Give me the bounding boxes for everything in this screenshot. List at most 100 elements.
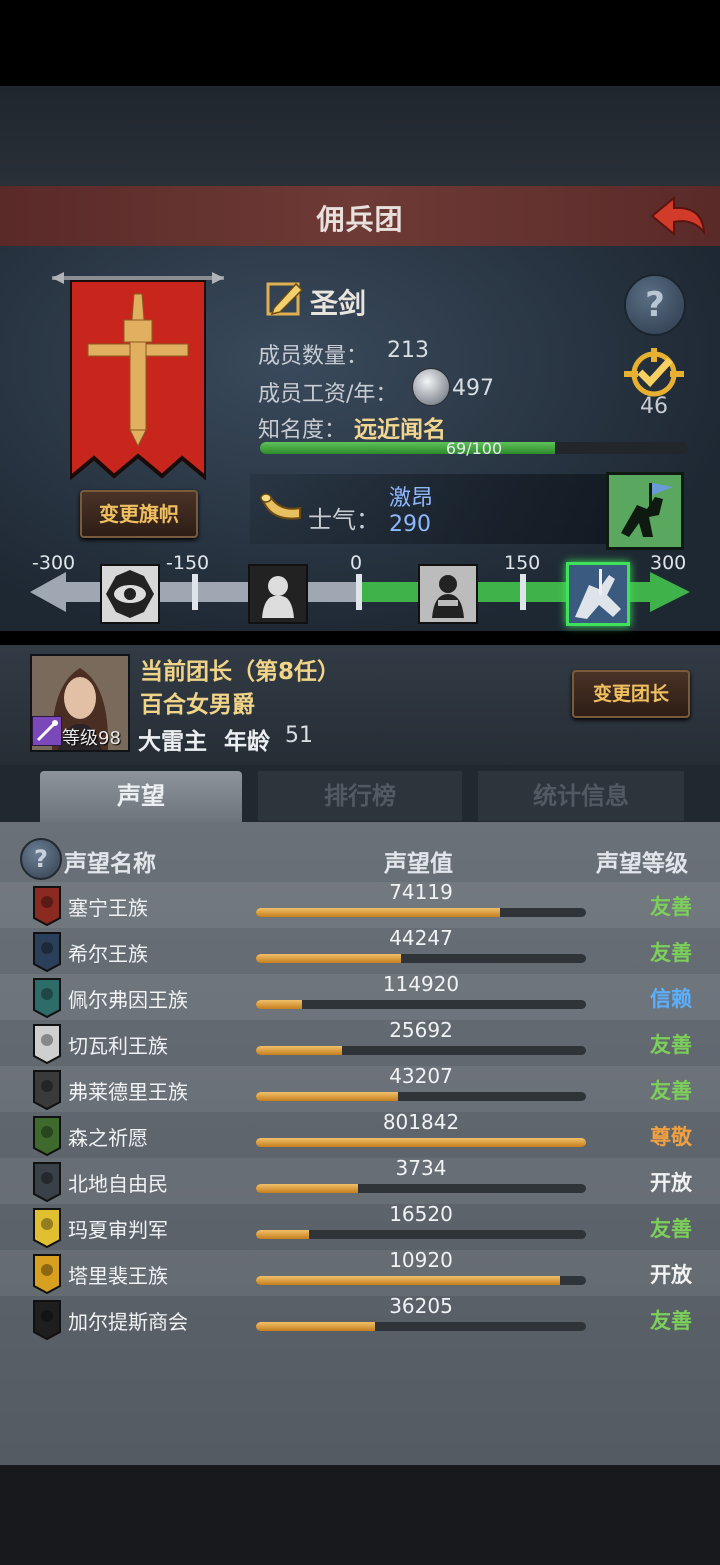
faction-name: 塞宁王族 — [68, 896, 148, 920]
reputation-progress-bar — [256, 1138, 586, 1147]
column-header-value: 声望值 — [384, 851, 453, 877]
faction-emblem-icon — [33, 1208, 61, 1249]
scale-tick-0: 0 — [350, 552, 363, 574]
reputation-progress-fill — [256, 908, 501, 917]
reputation-progress-fill — [256, 1000, 303, 1009]
reputation-row[interactable]: 佩尔弗因王族 114920 信赖 — [0, 972, 720, 1020]
faction-emblem-icon — [33, 1162, 61, 1203]
reputation-progress-fill — [256, 1230, 309, 1239]
reputation-row[interactable]: 切瓦利王族 25692 友善 — [0, 1018, 720, 1066]
reputation-progress-bar — [256, 1230, 586, 1239]
faction-emblem-icon — [33, 978, 61, 1019]
morale-level-despair-icon[interactable] — [248, 564, 308, 624]
reputation-row[interactable]: 塔里裴王族 10920 开放 — [0, 1248, 720, 1296]
reputation-level: 友善 — [650, 1079, 692, 1103]
reputation-progress-fill — [256, 1322, 375, 1331]
morale-state: 激昂 — [389, 486, 434, 511]
reputation-level: 信赖 — [650, 987, 692, 1011]
silver-coin-icon — [412, 368, 450, 406]
reputation-level: 友善 — [650, 941, 692, 965]
title-bar: 佣兵团 — [0, 186, 720, 248]
reputation-value: 74119 — [389, 880, 453, 904]
tab-bar: 声望 排行榜 统计信息 — [0, 765, 720, 828]
reputation-progress-fill — [256, 1138, 586, 1147]
reputation-list: ? 声望名称 声望值 声望等级 塞宁王族 74119 友善 希尔王族 44247 友善 佩尔… — [0, 822, 720, 1465]
faction-emblem-icon — [33, 1300, 61, 1341]
reputation-progress-bar — [256, 908, 586, 917]
reputation-level: 开放 — [650, 1171, 692, 1195]
target-badge-icon[interactable] — [624, 348, 684, 398]
faction-emblem-icon — [33, 1024, 61, 1065]
reputation-row[interactable]: 玛夏审判军 16520 友善 — [0, 1202, 720, 1250]
reputation-row[interactable]: 加尔提斯商会 36205 友善 — [0, 1294, 720, 1342]
reputation-value: 43207 — [389, 1064, 453, 1088]
faction-emblem-icon — [33, 1116, 61, 1157]
reputation-level: 友善 — [650, 1033, 692, 1057]
reputation-progress-bar — [256, 1092, 586, 1101]
change-leader-button[interactable]: 变更团长 — [572, 670, 690, 718]
reputation-progress-fill — [256, 1092, 398, 1101]
faction-name: 森之祈愿 — [68, 1126, 148, 1150]
reputation-progress-bar — [256, 954, 586, 963]
tab-ranking[interactable]: 排行榜 — [258, 771, 462, 821]
company-banner — [70, 280, 206, 480]
scale-tick-neg300: -300 — [32, 552, 76, 574]
faction-emblem-icon — [33, 886, 61, 927]
reputation-level: 尊敬 — [650, 1125, 692, 1149]
faction-name: 塔里裴王族 — [68, 1264, 168, 1288]
morale-level-panic-icon[interactable] — [100, 564, 160, 624]
edit-pen-icon[interactable] — [264, 278, 306, 318]
back-arrow-icon[interactable] — [646, 192, 710, 240]
reputation-row[interactable]: 弗莱德里王族 43207 友善 — [0, 1064, 720, 1112]
reputation-level: 开放 — [650, 1263, 692, 1287]
leader-rank: 百合女男爵 — [140, 692, 255, 718]
reputation-progress-bar — [256, 1184, 586, 1193]
reputation-progress-bar — [256, 1276, 586, 1285]
reputation-value: 3734 — [395, 1156, 447, 1180]
weapon-class-icon — [32, 716, 62, 746]
reputation-progress-fill — [256, 1184, 359, 1193]
reputation-progress-bar — [256, 1322, 586, 1331]
morale-label: 士气： — [308, 506, 380, 534]
change-banner-button[interactable]: 变更旗帜 — [80, 490, 198, 538]
faction-name: 佩尔弗因王族 — [68, 988, 188, 1012]
page-title: 佣兵团 — [316, 203, 404, 236]
reputation-row[interactable]: 森之祈愿 801842 尊敬 — [0, 1110, 720, 1158]
reputation-value: 10920 — [389, 1248, 453, 1272]
faction-name: 弗莱德里王族 — [68, 1080, 188, 1104]
top-status-area — [0, 0, 720, 86]
leader-age-label: 年龄 — [224, 729, 270, 755]
morale-level-calm-icon[interactable] — [418, 564, 478, 624]
reputation-row[interactable]: 希尔王族 44247 友善 — [0, 926, 720, 974]
reputation-row[interactable]: 塞宁王族 74119 友善 — [0, 880, 720, 928]
reputation-level: 友善 — [650, 1309, 692, 1333]
faction-name: 切瓦利王族 — [68, 1034, 168, 1058]
reputation-row[interactable]: 北地自由民 3734 开放 — [0, 1156, 720, 1204]
reputation-progress-fill — [256, 1046, 342, 1055]
faction-name: 希尔王族 — [68, 942, 148, 966]
charging-soldier-icon — [609, 475, 681, 547]
reputation-value: 801842 — [382, 1110, 460, 1134]
reputation-level: 友善 — [650, 1217, 692, 1241]
help-icon[interactable]: ? — [624, 274, 686, 336]
tab-statistics[interactable]: 统计信息 — [478, 771, 684, 821]
reputation-value: 114920 — [382, 972, 460, 996]
wage-label: 成员工资/年： — [258, 382, 398, 407]
morale-status-icon[interactable] — [606, 472, 684, 550]
members-value: 213 — [387, 338, 429, 363]
leader-name: 大雷主 — [138, 729, 207, 755]
fame-progress-text: 69/100 — [445, 439, 503, 458]
reputation-value: 16520 — [389, 1202, 453, 1226]
faction-name: 加尔提斯商会 — [68, 1310, 188, 1334]
morale-level-excited-icon[interactable] — [566, 562, 630, 626]
badge-count: 46 — [640, 394, 668, 419]
reputation-help-icon[interactable]: ? — [20, 838, 62, 880]
horn-icon — [260, 493, 301, 520]
faction-name: 玛夏审判军 — [68, 1218, 168, 1242]
faction-emblem-icon — [33, 1254, 61, 1295]
reputation-progress-bar — [256, 1046, 586, 1055]
tab-reputation[interactable]: 声望 — [40, 771, 242, 828]
top-backdrop — [0, 86, 720, 186]
reputation-progress-fill — [256, 954, 402, 963]
reputation-progress-bar — [256, 1000, 586, 1009]
